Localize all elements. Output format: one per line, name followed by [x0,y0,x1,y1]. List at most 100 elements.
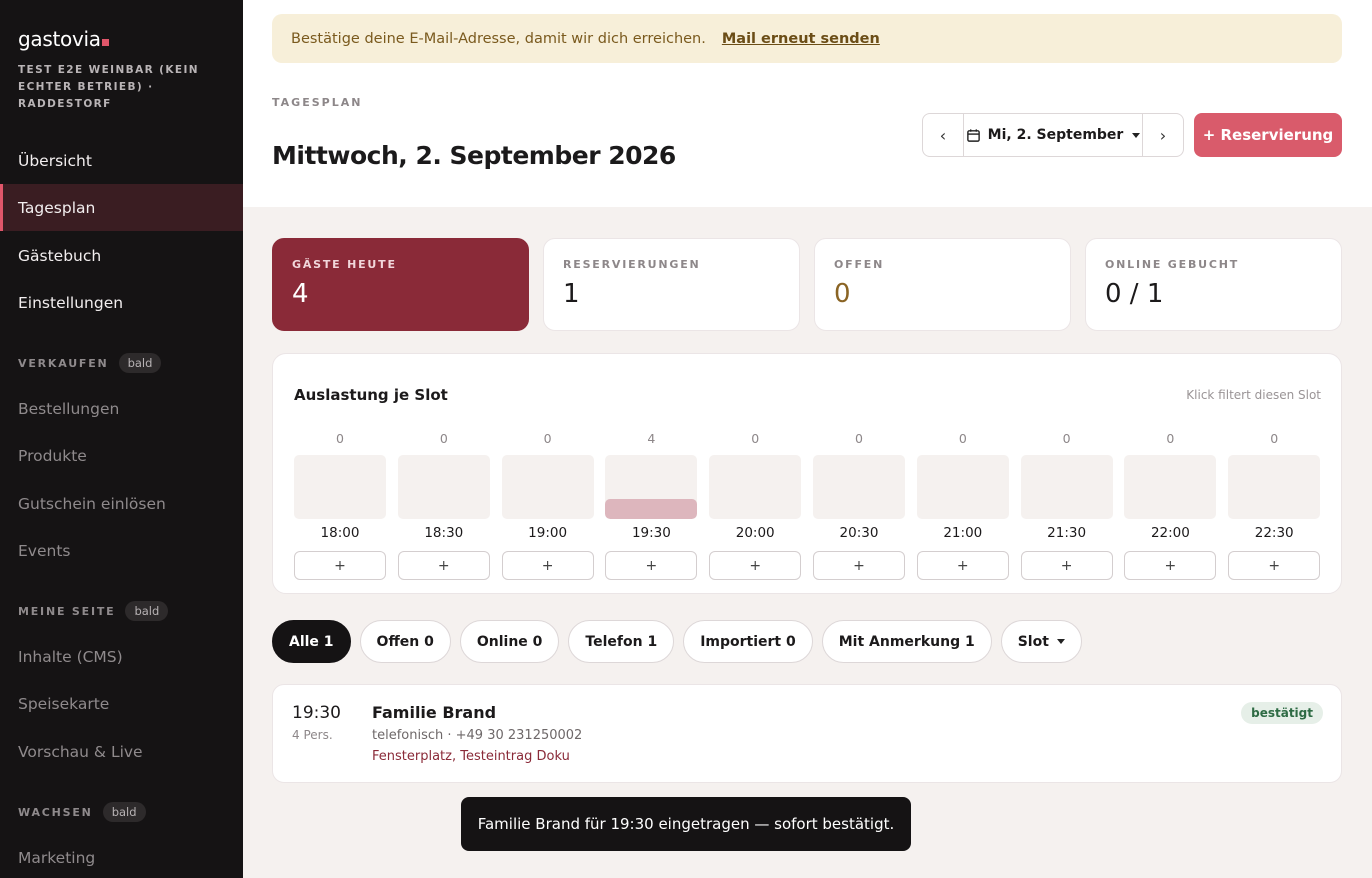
filter-open[interactable]: Offen 0 [359,620,451,663]
slot-column[interactable]: 0 19:00 + [501,431,594,580]
filter-imported[interactable]: Importiert 0 [683,620,813,663]
slot-bar[interactable] [916,455,1009,519]
slot-count: 0 [1062,431,1071,446]
stat-value: 4 [292,279,309,309]
section-label: MEINE SEITE [18,604,116,618]
slot-bar[interactable] [294,455,386,519]
nav-item-label: Vorschau & Live [18,742,143,761]
nav-item-marketing[interactable]: Marketing [0,834,243,878]
nav-item-settings[interactable]: Einstellungen [0,279,243,326]
nav-item-orders[interactable]: Bestellungen [0,385,243,432]
section-grow: WACHSEN bald [18,802,146,822]
slot-add-button[interactable]: + [1020,551,1113,580]
venue-name: TEST E2E WEINBAR (KEIN ECHTER BETRIEB) ·… [18,64,199,110]
reservation-persons: 4 Pers. [292,728,333,742]
slot-column[interactable]: 0 22:30 + [1228,431,1321,580]
slot-bar[interactable] [1228,455,1321,519]
slot-add-button[interactable]: + [294,551,386,580]
add-reservation-button[interactable]: + Reservierung [1194,113,1342,157]
slot-column[interactable]: 0 18:30 + [397,431,490,580]
stat-label: ONLINE GEBUCHT [1105,258,1240,271]
page-header: Bestätige deine E-Mail-Adresse, damit wi… [243,0,1372,207]
status-badge: bestätigt [1241,702,1323,724]
slot-add-button[interactable]: + [1228,551,1321,580]
slot-time: 18:30 [424,525,464,541]
sidebar: gastovia TEST E2E WEINBAR (KEIN ECHTER B… [0,0,243,878]
slot-count: 0 [751,431,760,446]
nav-item-label: Übersicht [18,151,92,170]
slot-count: 0 [543,431,552,446]
slot-column[interactable]: 0 20:00 + [709,431,802,580]
filter-phone[interactable]: Telefon 1 [568,620,675,663]
slot-count: 0 [439,431,448,446]
stat-card-online-booked: ONLINE GEBUCHT 0 / 1 [1085,238,1342,331]
filter-with-note[interactable]: Mit Anmerkung 1 [821,620,992,663]
filter-online[interactable]: Online 0 [459,620,560,663]
slot-add-button[interactable]: + [397,551,490,580]
slot-count: 0 [855,431,863,446]
nav-item-guestbook[interactable]: Gästebuch [0,232,243,279]
slot-count: 0 [1270,431,1279,446]
next-day-button[interactable]: › [1143,114,1183,156]
filter-all[interactable]: Alle 1 [272,620,351,663]
slot-add-button[interactable]: + [605,551,698,580]
section-sell: VERKAUFEN bald [18,353,162,373]
slot-column[interactable]: 4 19:30 + [605,431,698,580]
section-my-page: MEINE SEITE bald [18,601,169,621]
soon-badge: bald [118,353,162,373]
slot-column[interactable]: 0 21:30 + [1020,431,1113,580]
nav-item-preview-live[interactable]: Vorschau & Live [0,728,243,775]
brand-logo[interactable]: gastovia [18,27,109,51]
nav-item-overview[interactable]: Übersicht [0,137,243,184]
nav-item-label: Produkte [18,446,87,465]
stat-card-guests-today: GÄSTE HEUTE 4 [272,238,529,331]
slot-bar[interactable] [1124,455,1217,519]
brand-dot-icon [101,39,109,46]
nav-item-label: Inhalte (CMS) [18,647,123,666]
panel-hint: Klick filtert diesen Slot [1186,388,1321,402]
stat-label: GÄSTE HEUTE [292,258,397,271]
slot-bar[interactable] [397,455,490,519]
nav-item-events[interactable]: Events [0,527,243,574]
email-verify-banner: Bestätige deine E-Mail-Adresse, damit wi… [272,14,1342,63]
slot-bar[interactable] [813,455,905,519]
soon-badge: bald [102,802,146,822]
slot-bar[interactable] [605,455,698,519]
prev-day-button[interactable]: ‹ [923,114,963,156]
slot-add-button[interactable]: + [813,551,905,580]
date-picker-button[interactable]: Mi, 2. September [963,114,1143,156]
slot-column[interactable]: 0 18:00 + [294,431,386,580]
stat-value: 0 [834,279,851,309]
slot-time: 21:00 [943,525,983,541]
filter-slot-label: Slot [1017,633,1049,650]
slot-column[interactable]: 0 20:30 + [813,431,905,580]
slot-add-button[interactable]: + [1124,551,1217,580]
slot-fill [605,499,698,519]
nav-item-products[interactable]: Produkte [0,432,243,479]
nav-item-redeem-voucher[interactable]: Gutschein einlösen [0,480,243,527]
nav-item-dayplan[interactable]: Tagesplan [0,184,243,231]
slot-utilization-panel: Auslastung je Slot Klick filtert diesen … [272,353,1342,594]
slot-bar[interactable] [501,455,594,519]
reservation-card[interactable]: 19:30 4 Pers. Familie Brand telefonisch … [272,684,1342,783]
slot-column[interactable]: 0 21:00 + [916,431,1009,580]
stat-label: OFFEN [834,258,885,271]
resend-mail-link[interactable]: Mail erneut senden [722,31,880,47]
slot-add-button[interactable]: + [501,551,594,580]
slot-add-button[interactable]: + [916,551,1009,580]
reservation-time: 19:30 [292,703,341,723]
slot-time: 19:30 [631,525,671,541]
slot-add-button[interactable]: + [709,551,802,580]
calendar-icon [966,128,980,142]
date-label: Mi, 2. September [987,127,1124,143]
stat-label: RESERVIERUNGEN [563,258,701,271]
slot-bar[interactable] [1020,455,1113,519]
slot-bar[interactable] [709,455,802,519]
filter-slot-dropdown[interactable]: Slot [1000,620,1082,663]
nav-item-label: Gästebuch [18,246,102,265]
slot-count: 0 [1166,431,1175,446]
nav-item-cms[interactable]: Inhalte (CMS) [0,633,243,680]
slot-count: 0 [958,431,967,446]
nav-item-menu[interactable]: Speisekarte [0,680,243,727]
slot-column[interactable]: 0 22:00 + [1124,431,1217,580]
